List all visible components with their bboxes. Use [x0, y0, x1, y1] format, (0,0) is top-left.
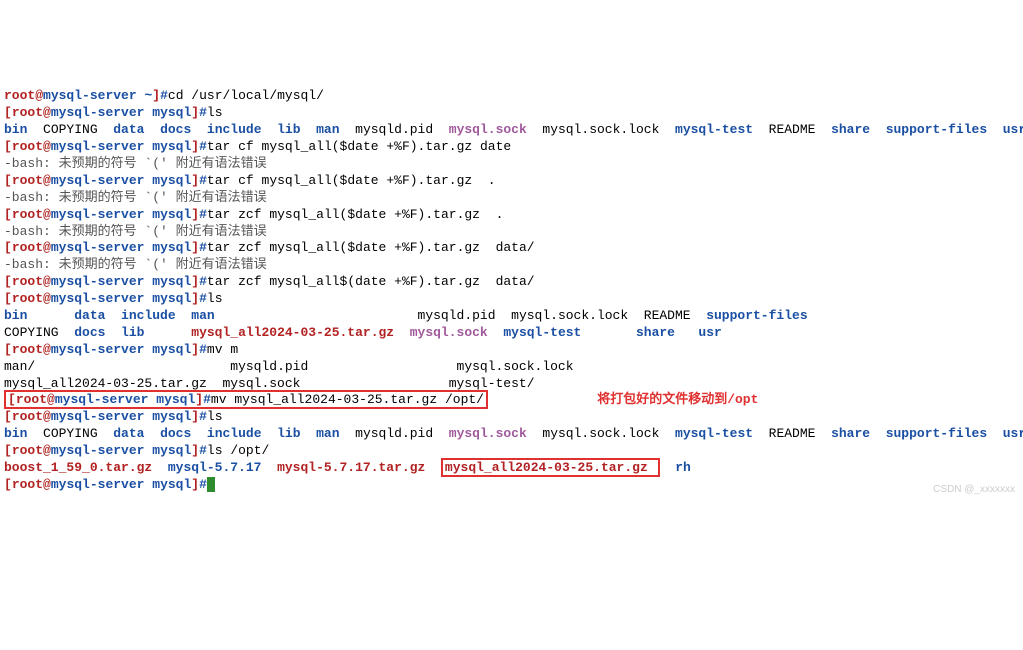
- cmd-ls: ls: [207, 105, 223, 120]
- cmd-tar1: tar cf mysql_all($date +%F).tar.gz date: [207, 139, 511, 154]
- err-line: -bash: 未预期的符号 `(' 附近有语法错误: [4, 224, 267, 239]
- highlighted-tgz: mysql_all2024-03-25.tar.gz: [441, 458, 660, 477]
- prompt-host: mysql-server: [43, 88, 137, 103]
- dir-support: support-files: [886, 122, 987, 137]
- cursor[interactable]: [207, 477, 215, 492]
- file-boost: boost_1_59_0.tar.gz: [4, 460, 152, 475]
- dir-bin: bin: [4, 122, 27, 137]
- cmd-mvm: mv m: [207, 342, 238, 357]
- file-sock: mysql.sock: [449, 122, 527, 137]
- cmd-tar2: tar cf mysql_all($date +%F).tar.gz .: [207, 173, 496, 188]
- terminal-output[interactable]: root@mysql-server ~]#cd /usr/local/mysql…: [4, 72, 1019, 494]
- dir-share: share: [831, 122, 870, 137]
- prompt-user: root: [4, 88, 35, 103]
- cmd-lsopt: ls /opt/: [207, 443, 269, 458]
- file-socklock: mysql.sock.lock: [542, 122, 659, 137]
- dir-mysql5717: mysql-5.7.17: [168, 460, 262, 475]
- cmd-tar4: tar zcf mysql_all($date +%F).tar.gz data…: [207, 240, 535, 255]
- err-line: -bash: 未预期的符号 `(' 附近有语法错误: [4, 257, 267, 272]
- dir-docs: docs: [160, 122, 191, 137]
- dir-data: data: [113, 122, 144, 137]
- prompt-close: ]: [152, 88, 160, 103]
- file-readme: README: [769, 122, 816, 137]
- file-pid: mysqld.pid: [355, 122, 433, 137]
- prompt-at: @: [35, 88, 43, 103]
- annotation: 将打包好的文件移动到/opt: [597, 392, 758, 407]
- prompt-hash: #: [160, 88, 168, 103]
- cmd-tar5: tar zcf mysql_all$(date +%F).tar.gz data…: [207, 274, 535, 289]
- dir-include: include: [207, 122, 262, 137]
- highlighted-mv-command: [root@mysql-server mysql]#mv mysql_all20…: [4, 390, 488, 409]
- cmd-ls2: ls: [207, 291, 223, 306]
- err-line: -bash: 未预期的符号 `(' 附近有语法错误: [4, 156, 267, 171]
- cmd-mv: mv mysql_all2024-03-25.tar.gz /opt/: [211, 392, 484, 407]
- dir-mysqltest: mysql-test: [675, 122, 753, 137]
- file-mysql5717tar: mysql-5.7.17.tar.gz: [277, 460, 425, 475]
- watermark: CSDN @_xxxxxxx: [933, 483, 1015, 496]
- cmd-tar3: tar zcf mysql_all($date +%F).tar.gz .: [207, 207, 503, 222]
- cmd-cd: cd /usr/local/mysql/: [168, 88, 324, 103]
- file-tgz: mysql_all2024-03-25.tar.gz: [191, 325, 394, 340]
- err-line: -bash: 未预期的符号 `(' 附近有语法错误: [4, 190, 267, 205]
- dir-rh: rh: [675, 460, 691, 475]
- prompt-open: [: [4, 105, 12, 120]
- file-copying: COPYING: [43, 122, 98, 137]
- dir-man: man: [316, 122, 339, 137]
- dir-lib: lib: [277, 122, 300, 137]
- cmd-ls3: ls: [207, 409, 223, 424]
- dir-usr: usr: [1003, 122, 1023, 137]
